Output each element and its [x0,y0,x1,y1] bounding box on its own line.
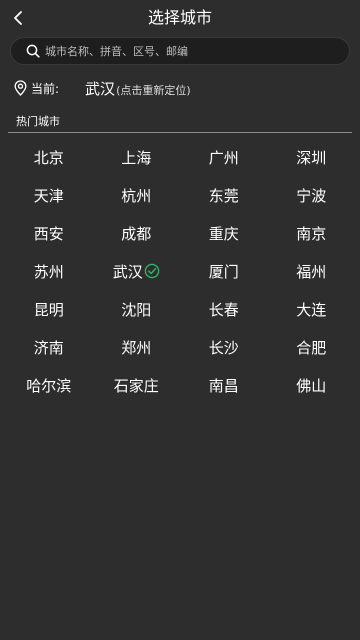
city-item[interactable]: 石家庄 [93,366,181,404]
section-divider [8,132,352,133]
current-location-row: 当前: 武汉 (点击重新定位) [12,78,348,98]
city-name: 东莞 [208,186,239,205]
city-item[interactable]: 重庆 [180,214,268,252]
city-name: 杭州 [121,186,152,205]
city-name: 济南 [33,338,64,357]
city-item[interactable]: 大连 [268,290,356,328]
location-pin-icon [12,79,28,97]
city-picker-page: 选择城市 当前: 武汉 (点击重新定位) 热门城市 北京 上海 广州 深圳天津 杭州 东莞… [0,0,360,640]
city-item[interactable]: 沈阳 [93,290,181,328]
city-item[interactable]: 宁波 [268,176,356,214]
city-item[interactable]: 武汉 [93,252,181,290]
city-item[interactable]: 昆明 [5,290,93,328]
city-name: 成都 [121,224,152,243]
city-item[interactable]: 合肥 [268,328,356,366]
city-item[interactable]: 长春 [180,290,268,328]
city-item[interactable]: 成都 [93,214,181,252]
city-name: 宁波 [296,186,327,205]
city-name: 南京 [296,224,327,243]
city-item[interactable]: 广州 [180,138,268,176]
city-item[interactable]: 东莞 [180,176,268,214]
city-name: 南昌 [208,376,239,395]
chevron-left-icon [14,11,22,25]
city-name: 长沙 [208,338,239,357]
current-city-name: 武汉 [85,79,116,98]
city-item[interactable]: 南昌 [180,366,268,404]
search-icon [25,43,41,59]
hot-cities-title: 热门城市 [16,115,60,128]
city-name: 石家庄 [113,376,159,395]
city-item[interactable]: 厦门 [180,252,268,290]
back-button[interactable] [4,4,32,32]
city-item[interactable]: 济南 [5,328,93,366]
city-item[interactable]: 深圳 [268,138,356,176]
city-name: 福州 [296,262,327,281]
city-name: 昆明 [33,300,64,319]
city-item[interactable]: 长沙 [180,328,268,366]
city-name: 厦门 [208,262,239,281]
city-name: 大连 [296,300,327,319]
city-name: 重庆 [208,224,239,243]
page-title: 选择城市 [147,8,212,27]
city-name: 西安 [33,224,64,243]
city-name: 佛山 [296,376,327,395]
check-circle-icon [144,263,160,279]
relocate-button[interactable]: 武汉 (点击重新定位) [85,78,191,99]
city-name: 上海 [121,148,152,167]
city-item[interactable]: 上海 [93,138,181,176]
city-name: 沈阳 [121,300,152,319]
city-item[interactable]: 天津 [5,176,93,214]
current-location-label: 当前: [31,81,60,96]
city-name: 天津 [33,186,64,205]
city-name: 哈尔滨 [26,376,72,395]
city-item[interactable]: 哈尔滨 [5,366,93,404]
city-name: 深圳 [296,148,327,167]
hot-cities-grid: 北京 上海 广州 深圳天津 杭州 东莞 宁波西安 成都 重庆 南京苏州 武汉 厦门 福州昆明 沈阳 长春 大连… [5,138,355,404]
city-name: 长春 [208,300,239,319]
relocate-hint: (点击重新定位) [116,83,191,97]
city-item[interactable]: 杭州 [93,176,181,214]
city-name: 苏州 [33,262,64,281]
city-item[interactable]: 福州 [268,252,356,290]
city-name: 武汉 [112,262,143,281]
city-name: 广州 [208,148,239,167]
search-input[interactable] [41,38,349,64]
city-name: 合肥 [296,338,327,357]
city-item[interactable]: 西安 [5,214,93,252]
search-box[interactable] [10,37,350,65]
city-item[interactable]: 郑州 [93,328,181,366]
city-item[interactable]: 北京 [5,138,93,176]
city-item[interactable]: 南京 [268,214,356,252]
city-item[interactable]: 佛山 [268,366,356,404]
city-item[interactable]: 苏州 [5,252,93,290]
city-name: 郑州 [121,338,152,357]
header: 选择城市 [0,0,360,36]
city-name: 北京 [33,148,64,167]
